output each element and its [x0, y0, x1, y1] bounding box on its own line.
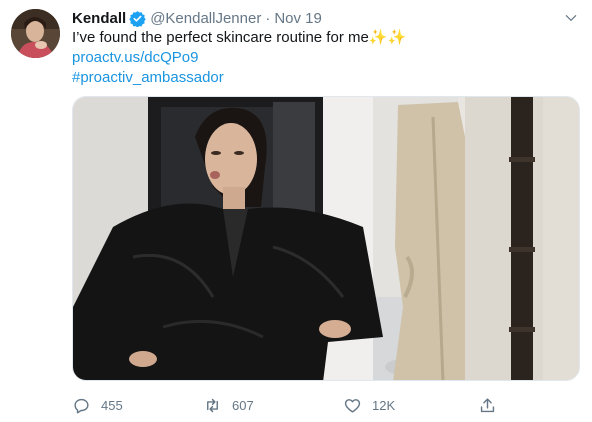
tweet-header: Kendall @KendallJenner · Nov 19: [72, 8, 322, 28]
tweet-timestamp[interactable]: Nov 19: [274, 10, 322, 27]
reply-button[interactable]: 455: [72, 396, 123, 415]
heart-icon: [344, 399, 361, 413]
like-button[interactable]: 12K: [343, 396, 395, 415]
reply-icon: [74, 398, 89, 414]
like-count: 12K: [372, 398, 396, 413]
tweet-photo[interactable]: [72, 96, 580, 381]
retweet-button[interactable]: 607: [203, 396, 254, 415]
tweet-text: I’ve found the perfect skincare routine …: [72, 28, 406, 88]
author-handle[interactable]: @KendallJenner: [150, 10, 261, 27]
share-button[interactable]: [478, 396, 507, 415]
retweet-icon: [207, 398, 218, 413]
retweet-count: 607: [232, 398, 254, 413]
reply-count: 455: [101, 398, 123, 413]
sparkles-emoji: ✨✨: [368, 29, 407, 46]
author-name[interactable]: Kendall: [72, 10, 126, 27]
tweet-link[interactable]: proactv.us/dcQPo9: [72, 49, 198, 66]
verified-badge-icon: [129, 10, 146, 27]
tweet-actions: 455 607 12K: [72, 396, 495, 418]
hashtag-link[interactable]: #proactiv_ambassador: [72, 69, 224, 86]
tweet-card[interactable]: Kendall @KendallJenner · Nov 19 I’ve fou…: [0, 0, 592, 422]
tweet-body-text: I’ve found the perfect skincare routine …: [72, 29, 369, 46]
separator-dot: ·: [265, 9, 271, 27]
avatar[interactable]: [11, 9, 60, 58]
chevron-down-icon[interactable]: [560, 8, 582, 28]
share-icon: [480, 398, 495, 413]
